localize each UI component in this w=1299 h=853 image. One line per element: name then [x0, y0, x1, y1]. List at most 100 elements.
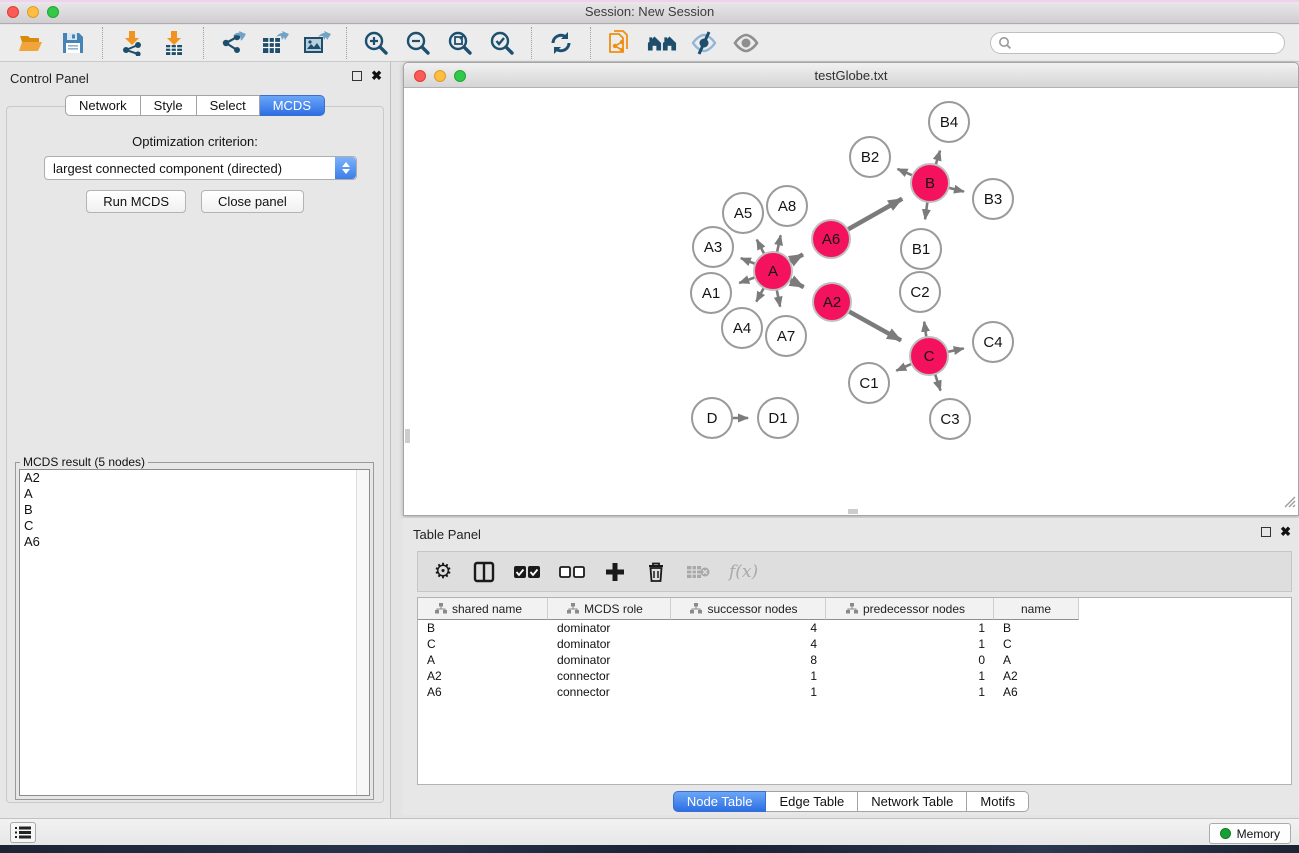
- table-cell[interactable]: 1: [826, 636, 994, 652]
- tab-style[interactable]: Style: [141, 95, 197, 116]
- tab-mcds[interactable]: MCDS: [260, 95, 325, 116]
- tab-edge-table[interactable]: Edge Table: [766, 791, 858, 812]
- zoom-in-icon[interactable]: [361, 28, 391, 58]
- table-cell[interactable]: dominator: [548, 636, 671, 652]
- deselect-all-checkboxes-icon[interactable]: [559, 560, 585, 584]
- table-cell[interactable]: 8: [671, 652, 826, 668]
- column-header-successor-nodes[interactable]: successor nodes: [671, 598, 826, 620]
- tab-network[interactable]: Network: [65, 95, 141, 116]
- table-cell[interactable]: A2: [994, 668, 1079, 684]
- graph-node-label: B3: [984, 191, 1002, 208]
- table-cell[interactable]: 1: [826, 620, 994, 636]
- mcds-result-item[interactable]: A2: [20, 470, 369, 486]
- table-cell[interactable]: A: [994, 652, 1079, 668]
- export-table-icon[interactable]: [260, 28, 290, 58]
- network-window-titlebar[interactable]: testGlobe.txt: [404, 63, 1298, 88]
- table-cell[interactable]: A: [418, 652, 548, 668]
- table-panel-tabs: Node TableEdge TableNetwork TableMotifs: [403, 791, 1299, 812]
- run-mcds-button[interactable]: Run MCDS: [86, 190, 186, 213]
- add-column-icon[interactable]: [604, 560, 626, 584]
- column-header-predecessor-nodes[interactable]: predecessor nodes: [826, 598, 994, 620]
- column-header-name[interactable]: name: [994, 598, 1079, 620]
- mcds-result-item[interactable]: B: [20, 502, 369, 518]
- export-network-icon[interactable]: [218, 28, 248, 58]
- float-table-panel-icon[interactable]: [1261, 527, 1271, 537]
- combo-stepper-icon[interactable]: [335, 157, 356, 179]
- table-cell[interactable]: 1: [671, 668, 826, 684]
- table-cell[interactable]: dominator: [548, 652, 671, 668]
- open-file-icon[interactable]: [16, 28, 46, 58]
- table-cell[interactable]: 1: [826, 684, 994, 700]
- table-cell[interactable]: 4: [671, 620, 826, 636]
- table-row[interactable]: Cdominator41C: [418, 636, 1291, 652]
- table-cell[interactable]: A6: [418, 684, 548, 700]
- network-canvas[interactable]: B4B2BB3A8A5A6A3B1AC2A1A2A4A7C4CC1C3DD1: [405, 89, 1297, 514]
- close-table-panel-icon[interactable]: ✖: [1280, 527, 1291, 537]
- resize-grip-icon[interactable]: [1282, 494, 1296, 513]
- select-all-checkboxes-icon[interactable]: [514, 560, 540, 584]
- table-cell[interactable]: dominator: [548, 620, 671, 636]
- node-table[interactable]: shared nameMCDS role successor nodes prede…: [417, 597, 1292, 785]
- table-cell[interactable]: B: [418, 620, 548, 636]
- tab-network-table[interactable]: Network Table: [858, 791, 967, 812]
- memory-button[interactable]: Memory: [1209, 823, 1291, 844]
- save-session-icon[interactable]: [58, 28, 88, 58]
- export-image-icon[interactable]: [302, 28, 332, 58]
- table-settings-icon[interactable]: ⚙: [432, 560, 454, 584]
- zoom-selected-icon[interactable]: [487, 28, 517, 58]
- graph-node-label: A1: [702, 285, 720, 302]
- mcds-result-item[interactable]: A6: [20, 534, 369, 550]
- tab-select[interactable]: Select: [197, 95, 260, 116]
- vertical-scrollbar-thumb[interactable]: [405, 429, 410, 443]
- graph-node-label: C1: [859, 375, 878, 392]
- table-cell[interactable]: connector: [548, 684, 671, 700]
- table-header-row: shared nameMCDS role successor nodes prede…: [418, 598, 1291, 620]
- table-cell[interactable]: C: [994, 636, 1079, 652]
- table-cell[interactable]: 4: [671, 636, 826, 652]
- toolbar-separator: [590, 27, 591, 59]
- column-visibility-icon[interactable]: [473, 560, 495, 584]
- table-cell[interactable]: A6: [994, 684, 1079, 700]
- tab-node-table[interactable]: Node Table: [673, 791, 767, 812]
- table-cell[interactable]: A2: [418, 668, 548, 684]
- table-cell[interactable]: connector: [548, 668, 671, 684]
- table-row[interactable]: Adominator80A: [418, 652, 1291, 668]
- search-input[interactable]: [990, 32, 1285, 54]
- zoom-fit-icon[interactable]: [445, 28, 475, 58]
- table-row[interactable]: A2connector11A2: [418, 668, 1291, 684]
- table-cell[interactable]: 1: [826, 668, 994, 684]
- show-details-icon[interactable]: [731, 28, 761, 58]
- horizontal-scrollbar-thumb[interactable]: [848, 509, 858, 514]
- table-row[interactable]: A6connector11A6: [418, 684, 1291, 700]
- import-table-icon[interactable]: [159, 28, 189, 58]
- column-header-label: successor nodes: [707, 602, 797, 616]
- import-network-icon[interactable]: [117, 28, 147, 58]
- zoom-out-icon[interactable]: [403, 28, 433, 58]
- column-header-MCDS-role[interactable]: MCDS role: [548, 598, 671, 620]
- float-panel-icon[interactable]: [352, 71, 362, 81]
- attribute-type-icon: [846, 603, 858, 614]
- result-scrollbar[interactable]: [356, 470, 369, 795]
- close-panel-icon[interactable]: ✖: [371, 71, 382, 81]
- hide-details-icon[interactable]: [689, 28, 719, 58]
- network-graph[interactable]: B4B2BB3A8A5A6A3B1AC2A1A2A4A7C4CC1C3DD1: [405, 89, 1299, 516]
- task-history-button[interactable]: [10, 822, 36, 843]
- fx-label: f(x): [729, 562, 758, 582]
- first-neighbors-icon[interactable]: [647, 28, 677, 58]
- mcds-result-item[interactable]: C: [20, 518, 369, 534]
- table-cell[interactable]: 0: [826, 652, 994, 668]
- mcds-result-item[interactable]: A: [20, 486, 369, 502]
- window-title: Session: New Session: [0, 4, 1299, 19]
- tab-motifs[interactable]: Motifs: [967, 791, 1029, 812]
- close-panel-button[interactable]: Close panel: [201, 190, 304, 213]
- refresh-icon[interactable]: [546, 28, 576, 58]
- table-cell[interactable]: 1: [671, 684, 826, 700]
- table-cell[interactable]: B: [994, 620, 1079, 636]
- delete-column-icon[interactable]: [645, 560, 667, 584]
- column-header-shared-name[interactable]: shared name: [418, 598, 548, 620]
- table-row[interactable]: Bdominator41B: [418, 620, 1291, 636]
- new-session-from-network-icon[interactable]: [605, 28, 635, 58]
- optimization-criterion-select[interactable]: largest connected component (directed): [44, 156, 357, 180]
- table-cell[interactable]: C: [418, 636, 548, 652]
- mcds-result-list[interactable]: A2ABCA6: [19, 469, 370, 796]
